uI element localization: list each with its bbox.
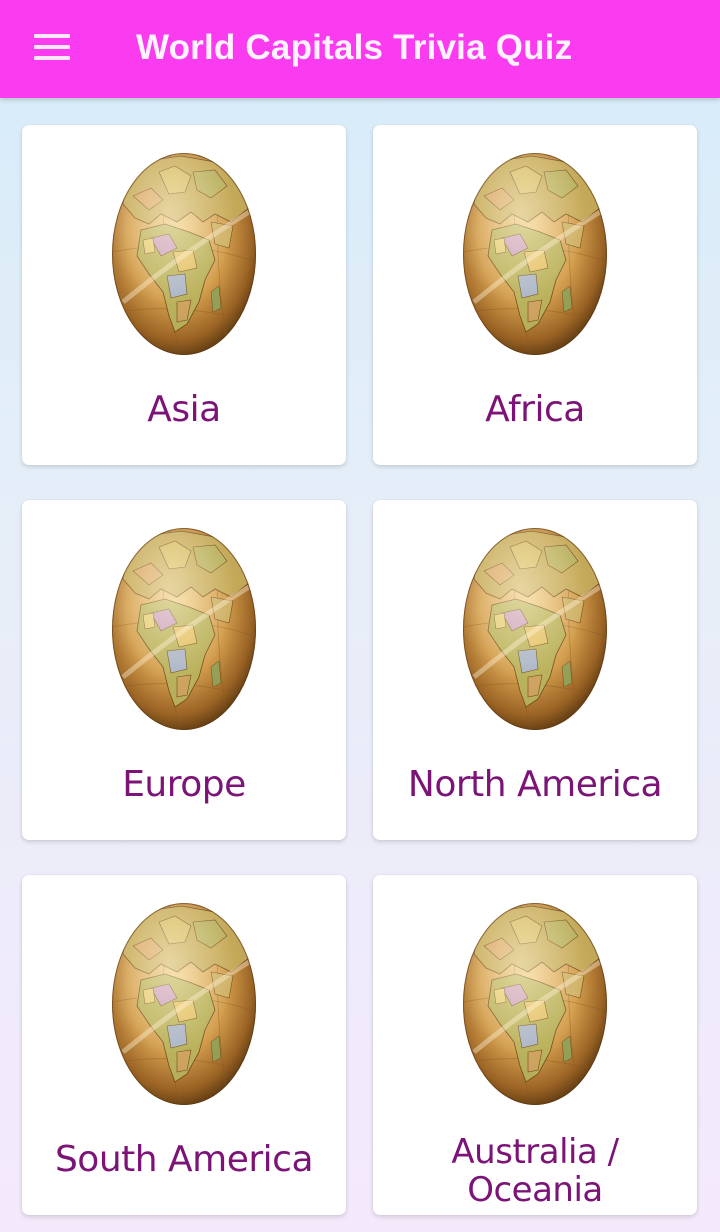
category-card-asia[interactable]: Asia [22,125,346,465]
globe-icon [111,527,257,731]
category-card-europe[interactable]: Europe [22,500,346,840]
category-label: South America [54,1139,314,1180]
globe-icon [462,527,608,731]
globe-icon [462,152,608,356]
category-label: North America [407,764,663,805]
app-bar: World Capitals Trivia Quiz [0,0,720,98]
globe-icon [111,152,257,356]
category-card-south-america[interactable]: South America [22,875,346,1215]
category-card-africa[interactable]: Africa [373,125,697,465]
category-label: Africa [485,389,585,430]
category-label: Asia [147,389,221,430]
category-card-australia-oceania[interactable]: Australia / Oceania [373,875,697,1215]
app-title: World Capitals Trivia Quiz [136,28,573,67]
hamburger-menu-icon[interactable] [34,34,70,60]
globe-icon [462,902,608,1106]
globe-icon [111,902,257,1106]
category-label: Australia / Oceania [451,1132,619,1210]
category-label: Europe [122,764,246,805]
category-card-north-america[interactable]: North America [373,500,697,840]
